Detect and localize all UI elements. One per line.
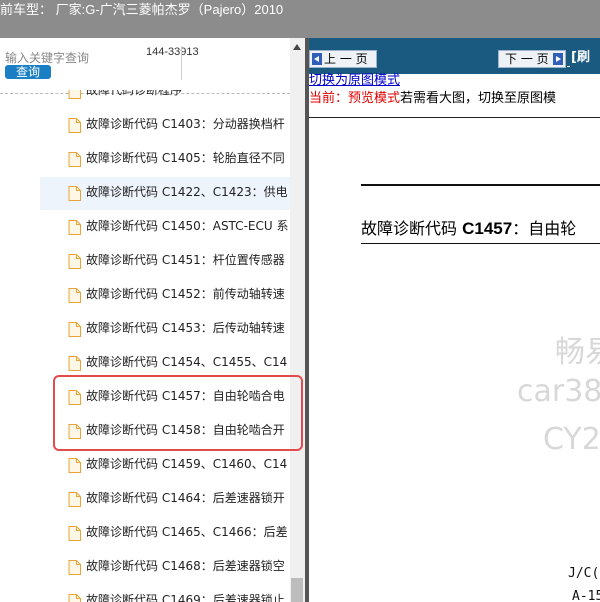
tree-item[interactable]: 故障诊断代码 C1453：后传动轴转速: [40, 313, 290, 346]
refresh-link[interactable]: [刷: [571, 50, 590, 66]
next-page-button[interactable]: 下 一 页: [498, 50, 566, 68]
document-icon: [68, 458, 81, 473]
tree-item-label: 故障诊断代码 C1469：后差速器锁止: [86, 593, 285, 602]
tree-item-label: 故障诊断代码 C1451：杆位置传感器: [86, 253, 285, 267]
tree-item-label: 故障诊断代码 C1403：分动器换档杆: [86, 117, 285, 131]
document-icon: [68, 220, 81, 235]
tree-item[interactable]: 故障诊断代码 C1457：自由轮啮合电: [40, 381, 290, 414]
tree-list: 故障代码诊断程序故障诊断代码 C1403：分动器换档杆 故障诊断代码 C1405：…: [0, 90, 290, 602]
tree-item[interactable]: 故障诊断代码 C1459、C1460、C14: [40, 449, 290, 482]
preview-status: 当前：预览模式若需看大图，切换至原图模: [309, 90, 556, 108]
document-icon: [68, 424, 81, 439]
tree-item[interactable]: 故障诊断代码 C1469：后差速器锁止: [40, 585, 290, 602]
doc-footer-line-1: J/C(: [568, 566, 600, 581]
status-prefix: 当前：预览模式: [309, 91, 401, 106]
tree-item-label: 故障诊断代码 C1465、C1466：后差: [86, 525, 288, 539]
doc-rule-bottom: [361, 243, 600, 244]
tree-item-label: 故障诊断代码 C1454、C1455、C14: [86, 355, 288, 369]
tree-item-label: 故障诊断代码 C1468：后差速器锁空: [86, 559, 285, 573]
doc-rule-top: [361, 184, 600, 186]
prev-page-label: 上 一 页: [324, 52, 368, 66]
search-button[interactable]: 查询: [5, 65, 51, 79]
tree-item[interactable]: 故障诊断代码 C1458：自由轮啮合开: [40, 415, 290, 448]
title-bar: 前车型： 厂家:G-广汽三菱帕杰罗（Pajero）2010: [0, 0, 600, 38]
tree-item[interactable]: 故障代码诊断程序: [40, 90, 290, 108]
tree-item-label: 故障诊断代码 C1458：自由轮啮合开: [86, 423, 285, 437]
doc-footer-line-2: A-15: [572, 589, 600, 602]
document-icon: [68, 356, 81, 371]
tree-item-label: 故障诊断代码 C1459、C1460、C14: [86, 457, 288, 471]
tree-item-label: 故障诊断代码 C1453：后传动轴转速: [86, 321, 285, 335]
tree-item[interactable]: 故障诊断代码 C1464：后差速器锁开: [40, 483, 290, 516]
tree-item[interactable]: 故障诊断代码 C1452：前传动轴转速: [40, 279, 290, 312]
left-panel: 查询 144-33913 故障代码诊断程序故障诊断代码 C1403：分动器换档杆…: [0, 38, 305, 602]
tree-item-label: 故障诊断代码 C1464：后差速器锁开: [86, 491, 285, 505]
doc-heading-suffix: ：自由轮: [512, 219, 577, 238]
left-arrow-icon: [312, 53, 322, 65]
tree-item[interactable]: 故障诊断代码 C1422、C1423：供电: [40, 177, 290, 210]
document-icon: [68, 288, 81, 303]
tree-item[interactable]: 故障诊断代码 C1405：轮胎直径不同: [40, 143, 290, 176]
tree-item[interactable]: 故障诊断代码 C1450：ASTC-ECU 系: [40, 211, 290, 244]
document-icon: [68, 526, 81, 541]
document-icon: [68, 560, 81, 575]
right-arrow-icon: [553, 53, 563, 65]
document-icon: [68, 390, 81, 405]
status-text: 若需看大图，切换至原图模: [400, 91, 557, 106]
tree-item-label: 故障诊断代码 C1450：ASTC-ECU 系: [86, 219, 289, 233]
next-page-label: 下 一 页: [505, 52, 549, 66]
doc-heading-prefix: 故障诊断代码: [361, 219, 463, 238]
document-icon: [68, 90, 81, 99]
tree-item-label: 故障代码诊断程序: [86, 90, 183, 97]
tree-item[interactable]: 故障诊断代码 C1468：后差速器锁空: [40, 551, 290, 584]
watermark-line-2: car388: [517, 374, 600, 409]
tree-item-label: 故障诊断代码 C1452：前传动轴转速: [86, 287, 285, 301]
watermark-line-1: 畅易: [555, 335, 600, 370]
prev-page-button[interactable]: 上 一 页: [309, 50, 377, 68]
tree-item-label: 故障诊断代码 C1422、C1423：供电: [86, 185, 288, 199]
scrollbar-thumb[interactable]: [291, 578, 303, 602]
document-viewer: 上 一 页 下 一 页 [刷 切换为原图模式 当前：预览模式若需看大图，切换至原…: [309, 38, 600, 602]
count-divider: [181, 46, 182, 80]
document-icon: [68, 492, 81, 507]
tree-item[interactable]: 故障诊断代码 C1451：杆位置传感器: [40, 245, 290, 278]
watermark-line-3: CY2: [543, 422, 600, 457]
vehicle-title: 前车型： 厂家:G-广汽三菱帕杰罗（Pajero）2010: [0, 2, 284, 17]
doc-heading-code: C1457: [462, 219, 513, 238]
result-count: 144-33913: [146, 46, 199, 58]
doc-heading: 故障诊断代码 C1457：自由轮: [361, 219, 576, 239]
tree-item[interactable]: 故障诊断代码 C1465、C1466：后差: [40, 517, 290, 550]
left-scrollbar[interactable]: [290, 38, 305, 602]
tree-item-label: 故障诊断代码 C1405：轮胎直径不同: [86, 151, 285, 165]
document-icon: [68, 152, 81, 167]
tree-item-label: 故障诊断代码 C1457：自由轮啮合电: [86, 389, 285, 403]
document-icon: [68, 186, 81, 201]
document-icon: [68, 254, 81, 269]
document-icon: [68, 322, 81, 337]
switch-original-mode-link[interactable]: 切换为原图模式: [309, 74, 400, 88]
document-icon: [68, 118, 81, 133]
link-underline: [567, 66, 570, 67]
document-icon: [68, 594, 81, 602]
viewer-toolbar: 上 一 页 下 一 页 [刷: [309, 38, 600, 74]
tree-item[interactable]: 故障诊断代码 C1454、C1455、C14: [40, 347, 290, 380]
status-divider: [309, 117, 600, 118]
scroll-up-arrow-icon[interactable]: [293, 44, 301, 50]
tree-item[interactable]: 故障诊断代码 C1403：分动器换档杆: [40, 109, 290, 142]
